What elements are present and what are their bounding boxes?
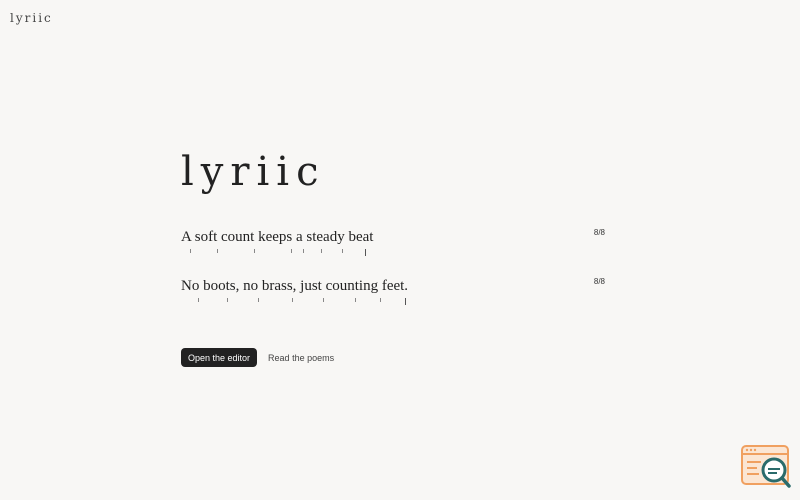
beat-marker (291, 249, 292, 253)
beat-marker (405, 298, 406, 305)
syllable-count: 8/8 (593, 228, 605, 237)
syllable-count: 8/8 (593, 277, 605, 286)
beat-marker (292, 298, 293, 302)
read-poems-link[interactable]: Read the poems (268, 353, 334, 363)
main-content: lyriic A soft count keeps a steady beat … (181, 150, 611, 307)
open-editor-button[interactable]: Open the editor (181, 348, 258, 367)
hero-title: lyriic (181, 149, 326, 195)
poem-line-2: No boots, no brass, just counting feet. … (181, 277, 611, 307)
poem-line-1: A soft count keeps a steady beat 8/8 (181, 228, 611, 258)
beat-marker (365, 249, 366, 256)
beat-marker (254, 249, 255, 253)
beat-marker (321, 249, 322, 253)
beat-marker (303, 249, 304, 253)
beat-marker (217, 249, 218, 253)
action-bar: Open the editor Read the poems (181, 348, 334, 367)
beat-marker (380, 298, 381, 302)
beat-markers (181, 249, 611, 259)
inspect-search-icon[interactable] (741, 445, 791, 489)
poem-line-text: No boots, no brass, just counting feet. (181, 278, 409, 294)
beat-marker (342, 249, 343, 253)
beat-marker (258, 298, 259, 302)
poem-line-text: A soft count keeps a steady beat (181, 229, 374, 245)
beat-marker (227, 298, 228, 302)
beat-marker (323, 298, 324, 302)
brand-logo-small[interactable]: lyriic (10, 11, 53, 25)
beat-marker (355, 298, 356, 302)
beat-markers (181, 298, 611, 308)
beat-marker (198, 298, 199, 302)
beat-marker (190, 249, 191, 253)
